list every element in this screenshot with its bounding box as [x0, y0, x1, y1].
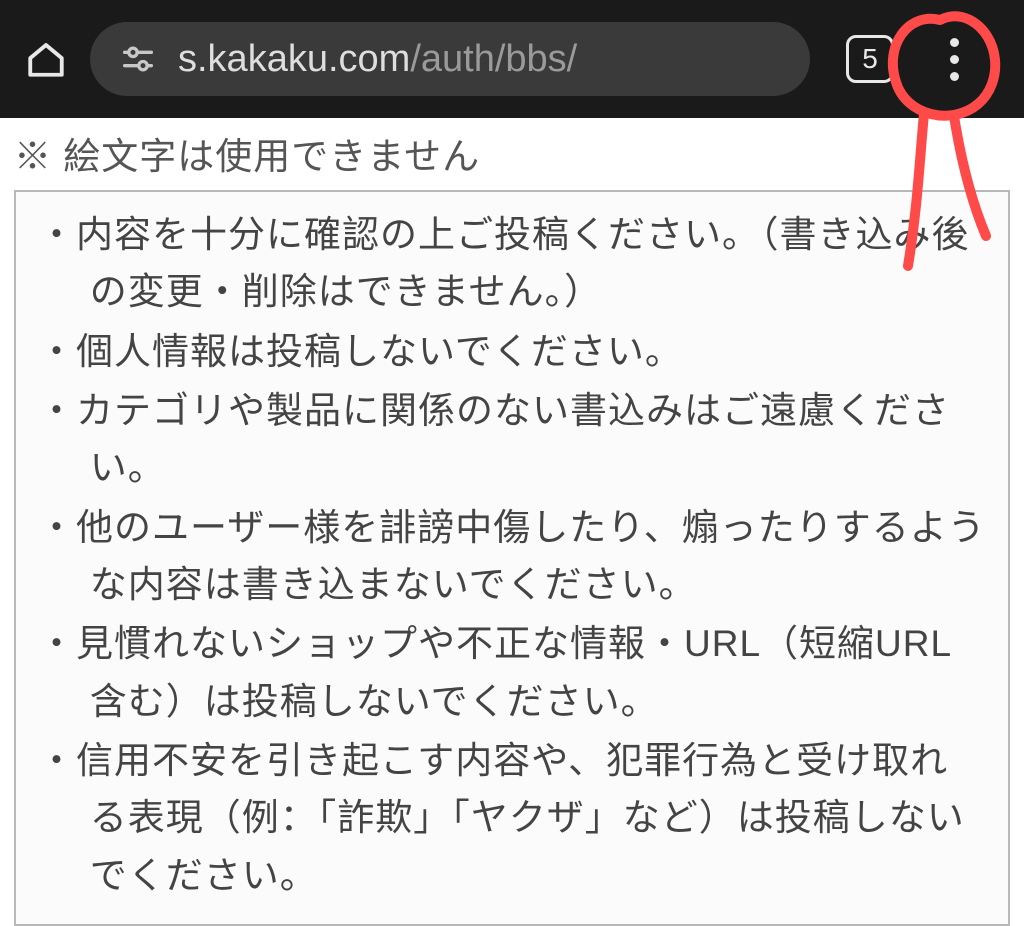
rule-item: ・内容を十分に確認の上ご投稿ください。（書き込み後の変更・削除はできません。）	[38, 206, 986, 321]
rule-item: ・カテゴリや製品に関係のない書込みはご遠慮ください。	[38, 382, 986, 497]
posting-rules-box: ・内容を十分に確認の上ご投稿ください。（書き込み後の変更・削除はできません。） …	[14, 190, 1010, 926]
tab-switcher-button[interactable]: 5	[846, 35, 894, 83]
rule-item: ・他のユーザー様を誹謗中傷したり、煽ったりするような内容は書き込まないでください…	[38, 499, 986, 614]
address-bar[interactable]: s.kakaku.com/auth/bbs/	[90, 22, 810, 96]
home-icon[interactable]	[22, 35, 70, 83]
rule-item: ・信用不安を引き起こす内容や、犯罪行為と受け取れる表現（例：「詐欺」「ヤクザ」な…	[38, 732, 986, 904]
browser-toolbar: s.kakaku.com/auth/bbs/ 5	[0, 0, 1024, 118]
site-settings-icon[interactable]	[118, 39, 158, 79]
rule-item: ・見慣れないショップや不正な情報・URL（短縮URL含む）は投稿しないでください…	[38, 615, 986, 730]
overflow-menu-icon[interactable]	[930, 35, 978, 83]
rule-item: ・個人情報は投稿しないでください。	[38, 323, 986, 380]
page-content: ※ 絵文字は使用できません ・内容を十分に確認の上ご投稿ください。（書き込み後の…	[0, 118, 1024, 926]
url-text: s.kakaku.com/auth/bbs/	[178, 38, 577, 81]
emoji-warning-text: ※ 絵文字は使用できません	[14, 122, 1010, 190]
